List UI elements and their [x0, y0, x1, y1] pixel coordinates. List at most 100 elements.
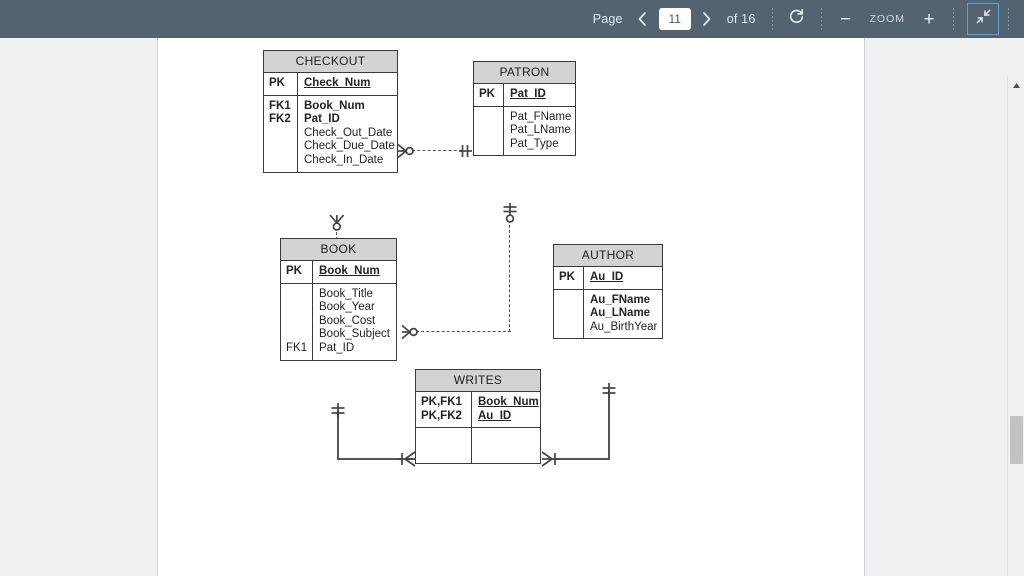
er-diagram: CHECKOUT PK Check_Num FK1 FK2 Book_Num P…: [158, 38, 866, 576]
key-column: PK: [474, 84, 504, 106]
pdf-page: CHECKOUT PK Check_Num FK1 FK2 Book_Num P…: [157, 38, 865, 576]
relationship-author-writes-line-h: [552, 458, 610, 460]
relationship-author-writes-line-v: [608, 390, 610, 460]
relationship-book-patron-line-h: [416, 331, 511, 332]
page-number-input[interactable]: 11: [658, 8, 691, 30]
key-column: PK,FK1 PK,FK2: [416, 392, 472, 428]
key-label: FK2: [269, 113, 291, 126]
attribute-column: Au_ID: [584, 267, 662, 289]
attribute-spacer: [478, 432, 534, 446]
attribute: Book_Title: [319, 287, 373, 300]
toolbar-divider-4: [1008, 8, 1009, 30]
key-label: PK,FK2: [421, 409, 462, 422]
page-label: Page: [592, 12, 623, 26]
entity-title-checkout: CHECKOUT: [264, 51, 397, 73]
key-column: FK1 FK2: [264, 95, 298, 172]
entity-title-book: BOOK: [281, 239, 396, 261]
entity-key-section-writes: PK,FK1 PK,FK2 Book_Num Au_ID: [416, 392, 540, 428]
one-and-only-one-patron: [458, 142, 474, 160]
entity-title-author: AUTHOR: [554, 245, 662, 267]
entity-title-patron: PATRON: [474, 62, 575, 84]
zoom-in-button[interactable]: +: [914, 4, 944, 34]
attribute-column: Au_FName Au_LName Au_BirthYear: [584, 290, 663, 339]
attribute: Au_ID: [590, 271, 624, 283]
entity-key-section-patron: PK Pat_ID: [474, 84, 575, 106]
key-label: PK: [269, 77, 285, 89]
viewer-toolbar: Page 11 of 16 − ZOOM +: [0, 0, 1024, 38]
one-and-only-one-author-bottom: [600, 382, 618, 400]
key-label: FK1: [286, 341, 308, 354]
key-column: [474, 106, 504, 156]
relationship-book-patron-line-v: [509, 225, 510, 332]
entity-author[interactable]: AUTHOR PK Au_ID Au_FName Au_LName Au_Bir…: [553, 244, 663, 340]
key-label: FK1: [269, 99, 291, 112]
key-spacer: [479, 138, 499, 152]
attribute-column: Book_Num: [313, 261, 396, 283]
pdf-viewer-app: Page 11 of 16 − ZOOM + CHECKOUT PK Check…: [0, 0, 1024, 576]
attribute: Book_Subject: [319, 328, 390, 341]
key-column: PK: [554, 267, 584, 289]
key-label: PK: [559, 271, 575, 283]
rotate-button[interactable]: [782, 4, 812, 34]
attribute: Au_FName: [590, 293, 651, 306]
attribute: Au_LName: [590, 307, 651, 320]
scroll-up-button[interactable]: [1008, 76, 1024, 93]
entity-writes[interactable]: WRITES PK,FK1 PK,FK2 Book_Num Au_ID: [415, 369, 541, 465]
attribute: Pat_ID: [510, 88, 546, 100]
toolbar-divider-2: [820, 8, 822, 30]
attribute-spacer: [478, 446, 534, 460]
attribute: Book_Num: [304, 99, 365, 112]
attribute-column: Pat_FName Pat_LName Pat_Type: [504, 107, 577, 156]
entity-key-section-author: PK Au_ID: [554, 267, 662, 289]
attribute: Pat_LName: [510, 124, 571, 137]
attribute: Au_BirthYear: [590, 320, 658, 333]
attribute-column: Book_Num Pat_ID Check_Out_Date Check_Due…: [298, 96, 401, 172]
one-and-only-one-book-bottom: [329, 402, 347, 420]
exit-fullscreen-icon: [975, 8, 992, 30]
entity-title-writes: WRITES: [416, 370, 540, 392]
key-column: PK: [281, 261, 313, 283]
attribute: Check_Due_Date: [304, 140, 395, 153]
entity-body-section-book: FK1 Book_Title Book_Year Book_Cost Book_…: [281, 282, 396, 360]
entity-key-section-checkout: PK Check_Num: [264, 73, 397, 95]
key-column: FK1: [281, 283, 313, 360]
attribute: Book_Year: [319, 301, 375, 314]
key-spacer: [421, 432, 467, 446]
toolbar-divider-3: [953, 8, 954, 30]
exit-fullscreen-button[interactable]: [967, 3, 999, 35]
previous-page-button[interactable]: [630, 4, 656, 34]
attribute: Check_Out_Date: [304, 126, 393, 139]
key-label: PK,FK1: [421, 396, 462, 408]
zero-or-one-patron-bottom: [501, 203, 519, 229]
key-column: [554, 289, 584, 339]
attribute: Pat_ID: [319, 341, 355, 354]
attribute: Book_Num: [319, 265, 380, 277]
zoom-out-button[interactable]: −: [831, 4, 861, 34]
entity-body-section-writes: [416, 427, 540, 464]
entity-body-section-patron: Pat_FName Pat_LName Pat_Type: [474, 105, 577, 156]
entity-key-section-book: PK Book_Num: [281, 261, 396, 283]
one-or-many-writes-right: [540, 450, 560, 468]
vertical-scrollbar[interactable]: [1007, 76, 1024, 576]
chevron-left-icon: [637, 11, 648, 27]
crowsfoot-zero-many-book-patron: [401, 323, 421, 341]
key-spacer: [421, 446, 467, 460]
attribute-column: Book_Num Au_ID: [472, 392, 545, 427]
scrollbar-thumb[interactable]: [1010, 416, 1023, 464]
entity-patron[interactable]: PATRON PK Pat_ID Pat_FName Pat_LName Pat…: [473, 61, 577, 157]
one-or-many-writes-left: [397, 450, 417, 468]
entity-body-section-checkout: FK1 FK2 Book_Num Pat_ID Check_Out_Date C…: [264, 94, 397, 172]
zoom-label: ZOOM: [869, 13, 905, 25]
relationship-checkout-patron-line: [412, 150, 462, 151]
chevron-right-icon: [701, 11, 712, 27]
toolbar-divider: [771, 8, 773, 30]
key-column: PK: [264, 73, 298, 95]
rotate-icon: [788, 8, 805, 30]
attribute: Pat_FName: [510, 110, 572, 123]
attribute-column: Check_Num: [298, 73, 397, 95]
attribute: Check_In_Date: [304, 153, 384, 166]
key-label: PK: [479, 88, 495, 100]
entity-book[interactable]: BOOK PK Book_Num FK1 Book_Title Book_Yea…: [280, 238, 397, 361]
entity-checkout[interactable]: CHECKOUT PK Check_Num FK1 FK2 Book_Num P…: [263, 50, 398, 173]
next-page-button[interactable]: [694, 4, 720, 34]
